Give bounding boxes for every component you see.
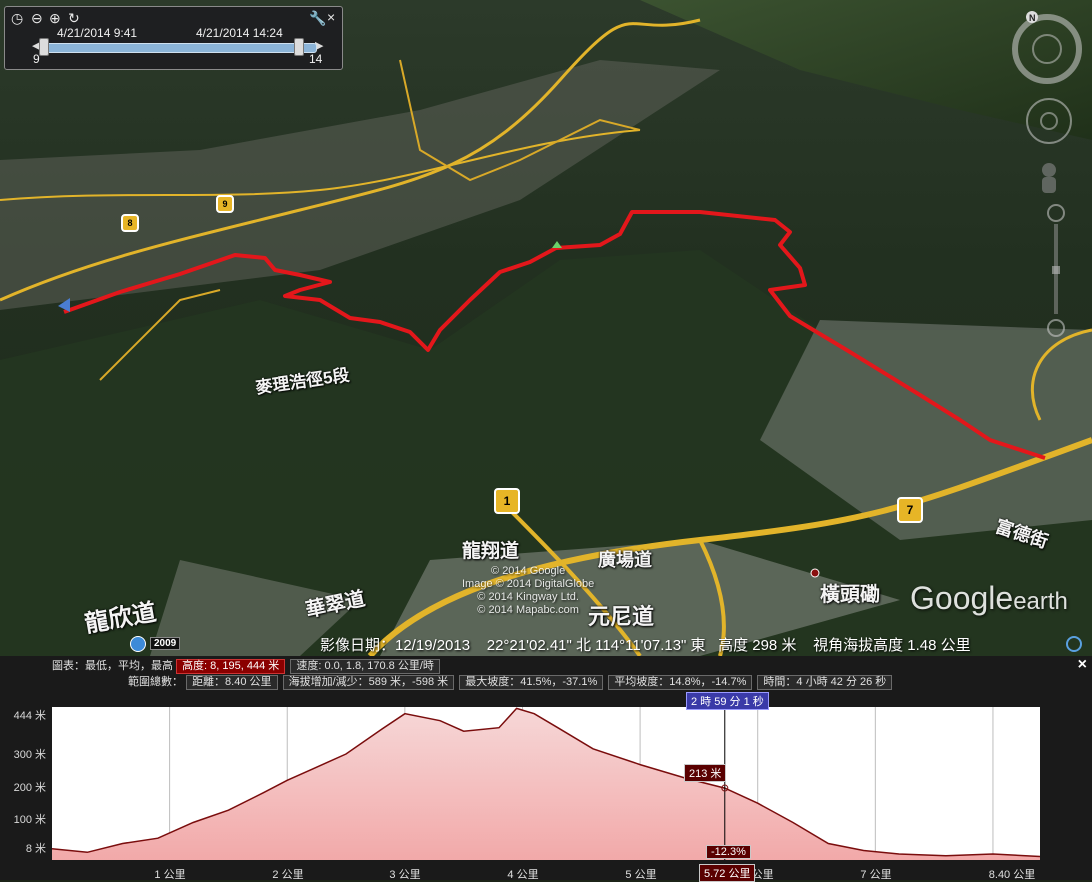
loading-icon xyxy=(1066,636,1082,652)
legend-label: 圖表：最低，平均，最高 xyxy=(52,660,173,672)
avg-slope-cell: 平均坡度：14.8%，-14.7% xyxy=(608,675,753,690)
copyright-notice: © 2014 Google Image © 2014 DigitalGlobe … xyxy=(462,565,594,617)
google-earth-logo: Googleearth xyxy=(910,580,1068,617)
brand-sub: earth xyxy=(1013,588,1068,615)
elevation-chart-svg xyxy=(51,707,1041,860)
historical-year-badge[interactable]: 2009 xyxy=(150,637,181,650)
zoom-out-icon xyxy=(1047,319,1065,337)
copyright-line: © 2014 Kingway Ltd. xyxy=(477,591,579,603)
time-slider-start-handle[interactable] xyxy=(39,38,49,56)
road-label-lungcheung: 龍翔道 xyxy=(462,541,520,562)
duration-cell: 時間：4 小時 42 分 26 秒 xyxy=(757,675,893,690)
y-tick-label: 200 米 xyxy=(13,782,46,794)
road-label-other3: 元尼道 xyxy=(588,604,655,629)
status-bar: 影像日期：12/19/2013 22°21'02.41" 北 114°11'07… xyxy=(320,634,971,655)
loop-icon[interactable]: ↻ xyxy=(68,11,80,25)
terrain-imagery xyxy=(0,0,1092,656)
y-tick-label: 100 米 xyxy=(13,814,46,826)
area-label-hengtauhom: 橫頭磡 xyxy=(820,584,880,606)
imagery-date: 影像日期：12/19/2013 xyxy=(320,637,471,654)
zoom-in-icon xyxy=(1047,204,1065,222)
street-view-pegman-icon xyxy=(1042,163,1056,177)
close-icon[interactable]: × xyxy=(327,10,335,24)
distance-cell: 距離：8.40 公里 xyxy=(186,675,278,690)
y-tick-label: 444 米 xyxy=(13,710,46,722)
time-slider-track[interactable] xyxy=(43,43,317,53)
time-slider-end-handle[interactable] xyxy=(294,38,304,56)
end-datetime: 4/21/2014 14:24 xyxy=(196,26,283,40)
start-datetime: 4/21/2014 9:41 xyxy=(57,26,138,40)
copyright-line: © 2014 Google xyxy=(491,565,566,577)
route-badge-7: 7 xyxy=(897,497,923,523)
compass-ring-icon xyxy=(1012,14,1082,84)
max-slope-cell: 最大坡度：41.5%，-37.1% xyxy=(459,675,604,690)
settings-wrench-icon[interactable]: 🔧 xyxy=(309,11,326,25)
pegman-icon[interactable] xyxy=(130,636,146,652)
route-badge-1: 1 xyxy=(494,488,520,514)
end-tick: 14 xyxy=(309,52,323,66)
navigation-controls: N xyxy=(1000,0,1092,340)
time-slider-panel: ◷ ⊖ ⊕ ↻ 🔧 × 4/21/2014 9:41 4/21/2014 14:… xyxy=(4,6,343,70)
elevation-readout: 高度 298 米 xyxy=(718,637,797,654)
summary-label: 範圍總數： xyxy=(128,676,183,688)
svg-text:N: N xyxy=(1029,13,1036,23)
close-profile-icon[interactable]: × xyxy=(1078,656,1087,674)
profile-legend-row: 圖表：最低，平均，最高 高度: 8, 195, 444 米 速度: 0.0, 1… xyxy=(52,657,442,674)
brand-main: Google xyxy=(910,580,1014,616)
y-tick-label: 300 米 xyxy=(13,749,46,761)
cursor-slope-tag: -12.3% xyxy=(706,845,751,859)
altitude-cell[interactable]: 高度: 8, 195, 444 米 xyxy=(176,659,286,674)
cursor-distance-tag: 5.72 公里 xyxy=(699,864,756,882)
clock-icon[interactable]: ◷ xyxy=(11,11,23,25)
elevation-area xyxy=(52,708,1040,860)
elevation-gain-cell: 海拔增加/減少：589 米，-598 米 xyxy=(282,675,455,690)
pan-joystick-icon xyxy=(1026,98,1072,144)
y-tick-label: 8 米 xyxy=(25,843,46,855)
zoom-in-time-icon[interactable]: ⊕ xyxy=(49,11,61,25)
coordinates-readout: 22°21'02.41" 北 114°11'07.13" 東 xyxy=(486,637,706,654)
cursor-time-tag: 2 時 59 分 1 秒 xyxy=(686,692,769,710)
route-badge-9: 9 xyxy=(216,195,234,213)
zoom-out-time-icon[interactable]: ⊖ xyxy=(31,11,43,25)
road-label-other2: 廣場道 xyxy=(598,550,652,570)
copyright-line: © 2014 Mapabc.com xyxy=(477,604,579,616)
profile-summary-row: 範圍總數： 距離：8.40 公里 海拔增加/減少：589 米，-598 米 最大… xyxy=(128,673,894,690)
map-view[interactable]: 1 7 8 9 麥理浩徑5段 龍翔道 龍欣道 華翠道 廣場道 元尼道 橫頭磡 富… xyxy=(0,0,1092,656)
eye-altitude-readout: 視角海拔高度 1.48 公里 xyxy=(813,637,971,654)
cursor-altitude-tag: 213 米 xyxy=(684,764,727,782)
elevation-chart[interactable] xyxy=(51,707,1041,860)
copyright-line: Image © 2014 DigitalGlobe xyxy=(462,578,595,590)
route-badge-8: 8 xyxy=(121,214,139,232)
speed-cell[interactable]: 速度: 0.0, 1.8, 170.8 公里/時 xyxy=(290,659,440,674)
